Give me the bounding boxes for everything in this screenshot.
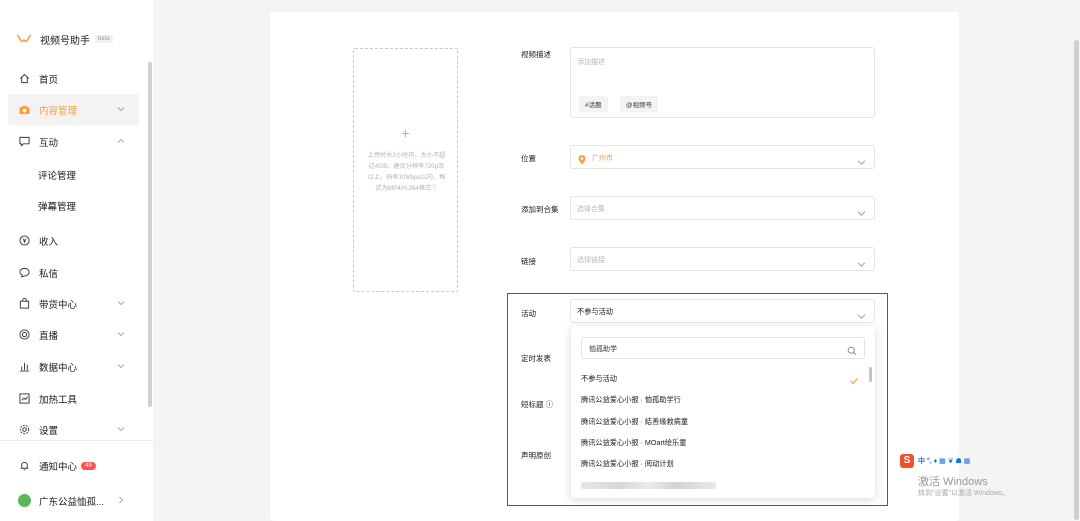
nav-boost-tools-label: 加热工具 [39,394,78,406]
nav-home-label: 首页 [39,74,59,86]
description-field[interactable]: 添加描述 #话题 @视频号 [570,47,875,118]
trend-icon [18,392,31,405]
nav-live[interactable]: 直播 [8,319,139,350]
bell-icon [18,459,31,472]
beta-badge: beta [95,35,113,43]
description-placeholder: 添加描述 [577,59,605,66]
activate-windows-title: 激活 Windows [918,476,988,488]
ime-status-icons: 中 °, ♦ ▦ ❦ ☗ ▦ [918,457,971,465]
nav-content-management[interactable]: 内容管理 [8,94,139,125]
collection-select[interactable]: 选择合集 [570,196,875,220]
page-scrollbar[interactable] [1074,40,1079,520]
nav-comment-management[interactable]: 评论管理 [38,168,76,182]
location-select[interactable]: 广州市 [570,145,875,169]
account-switcher[interactable]: 广东公益恤孤... [8,485,139,516]
sidebar-scrollbar[interactable] [148,62,152,407]
chat-bubble-icon [18,266,31,279]
chevron-down-icon [115,328,127,340]
sidebar-divider [0,440,153,441]
nav-data-center[interactable]: 数据中心 [8,351,139,382]
sidebar: 视频号助手 beta 首页 内容管理 互动 评论管理 弹幕管理 收入 私信 带货… [0,0,153,521]
description-label: 视频描述 [521,50,551,59]
link-label: 链接 [521,257,536,266]
chevron-down-icon [115,103,127,115]
gear-icon [18,423,31,436]
camera-icon [18,103,31,116]
chevron-down-icon [115,360,127,372]
yen-icon [18,234,31,247]
mention-tag-button[interactable]: @视频号 [620,96,659,112]
nav-income-label: 收入 [39,236,59,248]
link-select[interactable]: 选择链接 [570,247,875,271]
comment-icon [18,135,31,148]
nav-live-label: 直播 [39,330,59,342]
live-icon [18,328,31,341]
nav-danmaku-management[interactable]: 弹幕管理 [38,199,76,213]
nav-interaction-label: 互动 [39,137,59,149]
plus-icon: + [401,125,410,141]
collection-placeholder: 选择合集 [577,206,605,213]
nav-messages[interactable]: 私信 [8,257,139,288]
nav-income[interactable]: 收入 [8,225,139,256]
nav-messages-label: 私信 [39,268,59,280]
home-icon [18,72,31,85]
highlight-box [507,293,888,506]
ime-toolbar[interactable]: S 中 °, ♦ ▦ ❦ ☗ ▦ [900,453,970,468]
avatar [18,494,31,507]
nav-content-management-label: 内容管理 [39,105,78,117]
app-title: 视频号助手 [40,35,90,47]
shopping-bag-icon [18,297,31,310]
activate-windows-subtitle: 转到"设置"以激活 Windows。 [918,490,1010,497]
nav-boost-tools[interactable]: 加热工具 [8,383,139,414]
link-placeholder: 选择链接 [577,257,605,264]
app-logo[interactable]: 视频号助手 beta [16,30,113,48]
nav-data-center-label: 数据中心 [39,362,78,374]
chevron-down-icon [857,256,866,267]
bar-chart-icon [18,360,31,373]
upload-hint: 上传时长2小时内，大小不超过4GB，建议分辨率720p及以上，码率10Mbps以… [367,152,446,192]
chevron-up-icon [115,135,127,147]
nav-interaction[interactable]: 互动 [8,126,139,157]
nav-notification-label: 通知中心 [39,461,78,473]
chevron-down-icon [115,297,127,309]
chevron-down-icon [857,154,866,165]
chevron-down-icon [857,205,866,216]
chevron-right-icon [115,494,127,506]
chevron-down-icon [115,423,127,435]
account-name: 广东公益恤孤... [39,496,104,508]
topic-tag-button[interactable]: #话题 [579,96,608,112]
collection-label: 添加到合集 [521,205,559,214]
location-label: 位置 [521,154,536,163]
notification-count-badge: 49 [81,461,96,470]
nav-home[interactable]: 首页 [8,63,139,94]
nav-shopping-center[interactable]: 带货中心 [8,288,139,319]
sogou-ime-icon: S [900,453,914,468]
nav-notification-center[interactable]: 通知中心 49 [8,450,139,481]
nav-settings-label: 设置 [39,425,59,437]
video-upload-area[interactable]: + 上传时长2小时内，大小不超过4GB，建议分辨率720p及以上，码率10Mbp… [353,48,458,292]
location-value: 广州市 [592,155,613,162]
nav-shopping-center-label: 带货中心 [39,299,78,311]
location-pin-icon [578,152,586,170]
channels-logo-icon [16,33,32,45]
